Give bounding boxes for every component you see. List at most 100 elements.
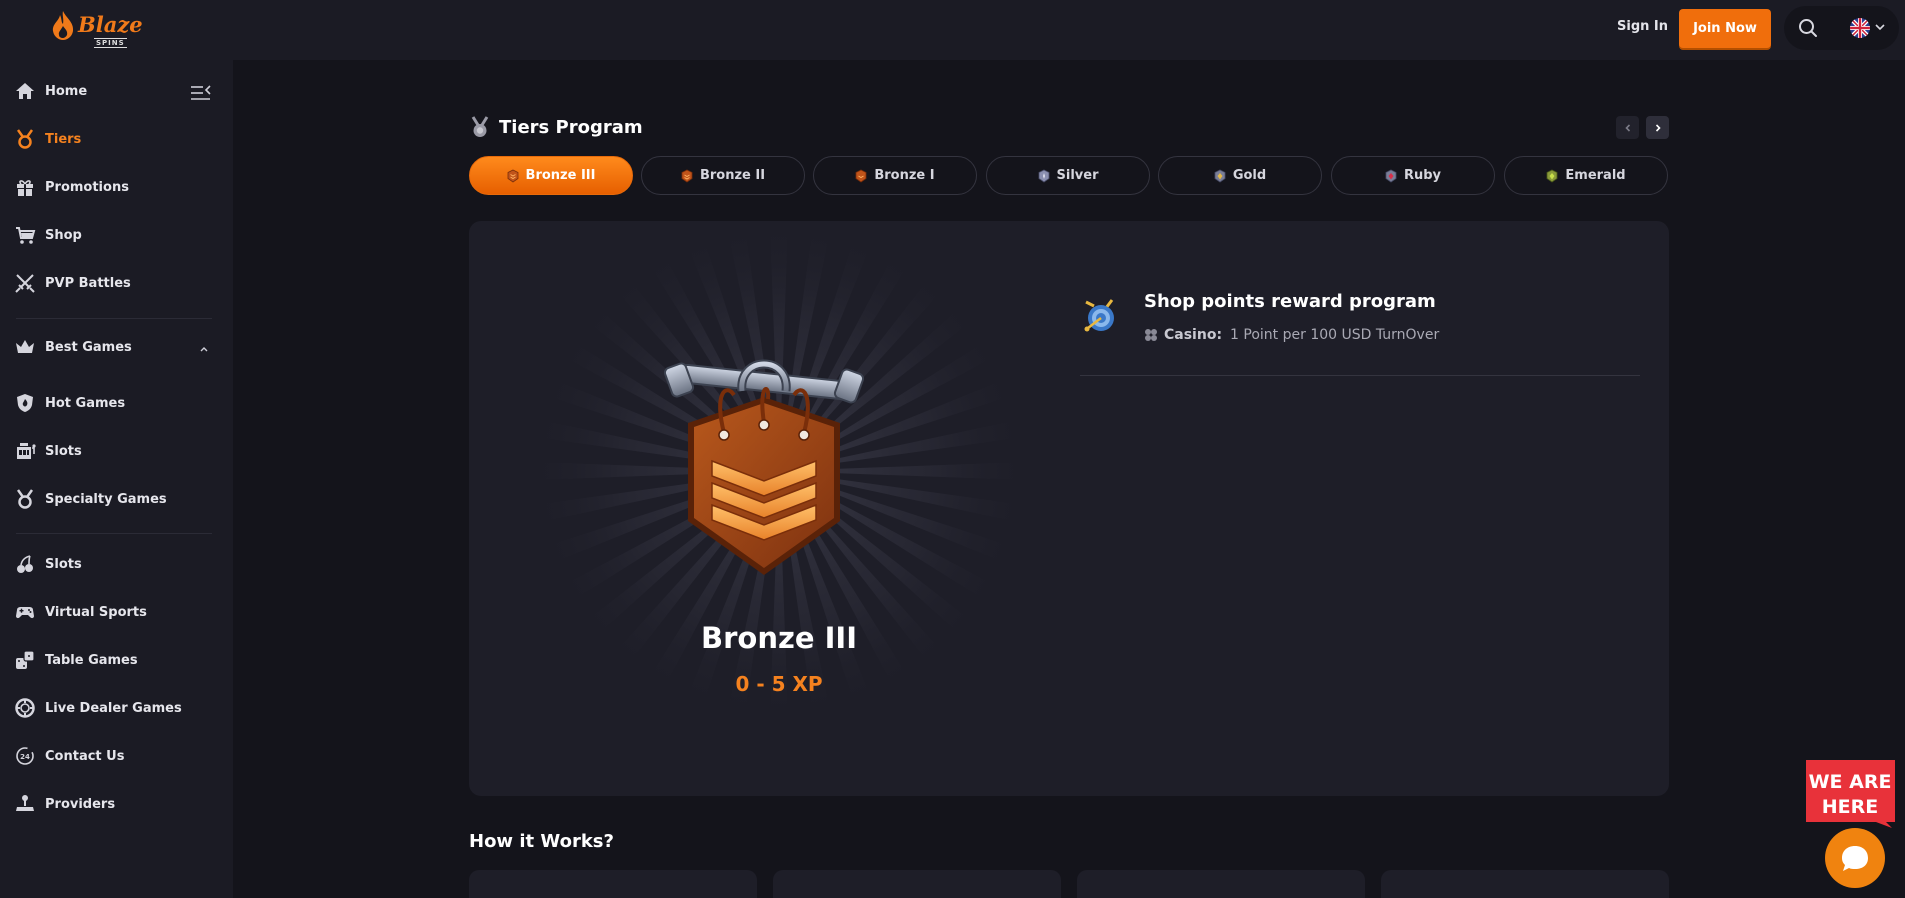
sidebar-item-slots[interactable]: Slots	[14, 436, 214, 466]
carousel-next-button[interactable]	[1646, 116, 1669, 139]
divider	[1080, 375, 1640, 376]
sidebar-item-label: Tiers	[45, 131, 82, 147]
chat-bubble-icon	[1842, 846, 1868, 871]
silver-badge-icon	[1038, 169, 1049, 182]
support-24-icon: 24	[16, 747, 34, 765]
ruby-badge-icon	[1385, 169, 1397, 182]
target-icon	[1084, 299, 1114, 332]
tab-label: Ruby	[1403, 168, 1442, 183]
sidebar-item-providers[interactable]: Providers	[14, 789, 214, 819]
sidebar-item-label: Home	[45, 83, 88, 99]
sidebar-item-label: Slots	[45, 556, 82, 572]
emerald-badge-icon	[1546, 169, 1558, 182]
sidebar-item-label: Contact Us	[45, 748, 125, 764]
sign-in-link[interactable]: Sign In	[1617, 19, 1668, 34]
sidebar-item-shop[interactable]: Shop	[14, 220, 214, 250]
tab-silver[interactable]: Silver	[986, 156, 1150, 195]
search-icon[interactable]	[1798, 18, 1818, 38]
reward-rate-value: 1 Point per 100 USD TurnOver	[1230, 327, 1440, 343]
cherries-icon	[17, 555, 33, 573]
swords-icon	[15, 274, 35, 293]
sidebar-item-promotions[interactable]: Promotions	[14, 172, 214, 202]
sidebar-divider	[16, 533, 212, 534]
reward-category-label: Casino:	[1164, 327, 1223, 343]
gold-badge-icon	[1214, 169, 1226, 182]
casino-chips-icon	[1145, 329, 1157, 341]
chip-icon	[15, 698, 35, 718]
sidebar-item-specialty-games[interactable]: Specialty Games	[14, 484, 214, 514]
gamepad-icon	[16, 607, 34, 619]
chevron-down-icon[interactable]	[1873, 20, 1887, 34]
sidebar-item-tiers[interactable]: Tiers	[14, 124, 214, 154]
sidebar-item-label: Shop	[45, 227, 82, 243]
bronze-badge-icon	[681, 169, 693, 182]
sidebar-item-home[interactable]: Home	[14, 76, 214, 106]
sidebar-item-label: Slots	[45, 443, 82, 459]
medal-icon	[16, 489, 34, 509]
bronze-badge-icon	[855, 169, 867, 182]
live-chat-button[interactable]	[1825, 828, 1885, 888]
home-icon	[16, 83, 34, 99]
tab-bronze-i[interactable]: Bronze I	[813, 156, 977, 195]
logo-subtext: SPINS	[94, 38, 127, 48]
tab-emerald[interactable]: Emerald	[1504, 156, 1668, 195]
blaze-logo[interactable]: Blaze SPINS	[50, 8, 150, 50]
sidebar-item-label: Live Dealer Games	[45, 700, 182, 716]
tab-label: Gold	[1232, 168, 1267, 183]
tab-bronze-ii[interactable]: Bronze II	[641, 156, 805, 195]
sidebar-item-hot-games[interactable]: Hot Games	[14, 388, 214, 418]
svg-text:24: 24	[20, 753, 30, 761]
sidebar-item-table-games[interactable]: Table Games	[14, 645, 214, 675]
how-it-works-heading: How it Works?	[469, 831, 614, 852]
tab-label: Emerald	[1565, 168, 1626, 183]
top-bar: Blaze SPINS Sign In Join Now	[0, 0, 1905, 60]
flame-spade-icon	[52, 11, 74, 40]
sidebar-item-label: Promotions	[45, 179, 129, 195]
sidebar-item-slots-2[interactable]: Slots	[14, 549, 214, 579]
logo-text: Blaze	[78, 12, 143, 37]
dice-icon	[16, 650, 35, 669]
sidebar-item-pvp-battles[interactable]: PVP Battles	[14, 268, 214, 298]
reward-program-detail: Casino: 1 Point per 100 USD TurnOver	[1144, 327, 1439, 343]
sidebar-item-label: PVP Battles	[45, 275, 131, 291]
we-are-here-banner[interactable]: WE ARE HERE	[1806, 758, 1895, 828]
sidebar-item-label: Providers	[45, 796, 116, 812]
sidebar-item-label: Specialty Games	[45, 491, 167, 507]
how-it-works-card	[1077, 870, 1365, 898]
sidebar-item-virtual-sports[interactable]: Virtual Sports	[14, 597, 214, 627]
slot-machine-icon	[17, 443, 36, 459]
sidebar-item-label: Hot Games	[45, 395, 126, 411]
chevron-up-icon[interactable]	[198, 343, 210, 355]
search-language-group	[1784, 6, 1899, 50]
medal-icon	[471, 116, 489, 137]
gift-icon	[17, 180, 33, 196]
chevron-left-icon	[1624, 123, 1630, 132]
tab-bronze-iii[interactable]: Bronze III	[469, 156, 633, 195]
sidebar-item-label: Virtual Sports	[45, 604, 147, 620]
we-are-here-text: WE ARE	[1809, 771, 1892, 793]
tab-label: Silver	[1056, 168, 1099, 183]
sidebar-item-label: Table Games	[45, 652, 138, 668]
tab-ruby[interactable]: Ruby	[1331, 156, 1495, 195]
join-now-button[interactable]: Join Now	[1679, 9, 1771, 48]
tab-gold[interactable]: Gold	[1158, 156, 1322, 195]
tab-label: Bronze III	[525, 168, 596, 183]
uk-flag-icon[interactable]	[1850, 18, 1870, 38]
sidebar-divider	[16, 318, 212, 319]
tab-label: Bronze II	[699, 168, 766, 183]
how-it-works-card	[469, 870, 757, 898]
tiers-program-heading: Tiers Program	[469, 115, 643, 139]
cart-icon	[16, 227, 36, 244]
we-are-here-text: HERE	[1822, 796, 1879, 818]
tier-detail-card: Bronze III 0 - 5 XP Shop points reward p…	[469, 221, 1669, 796]
sidebar-item-contact-us[interactable]: 24 Contact Us	[14, 741, 214, 771]
reward-program-title: Shop points reward program	[1144, 291, 1436, 312]
medal-icon	[16, 129, 34, 149]
tab-label: Bronze I	[874, 168, 935, 183]
carousel-prev-button[interactable]	[1616, 116, 1639, 139]
sidebar-item-best-games[interactable]: Best Games	[14, 332, 214, 362]
chevron-right-icon	[1655, 123, 1661, 132]
bronze-badge-icon	[507, 169, 518, 182]
tier-xp-range: 0 - 5 XP	[735, 672, 823, 696]
sidebar-item-live-dealer-games[interactable]: Live Dealer Games	[14, 693, 214, 723]
